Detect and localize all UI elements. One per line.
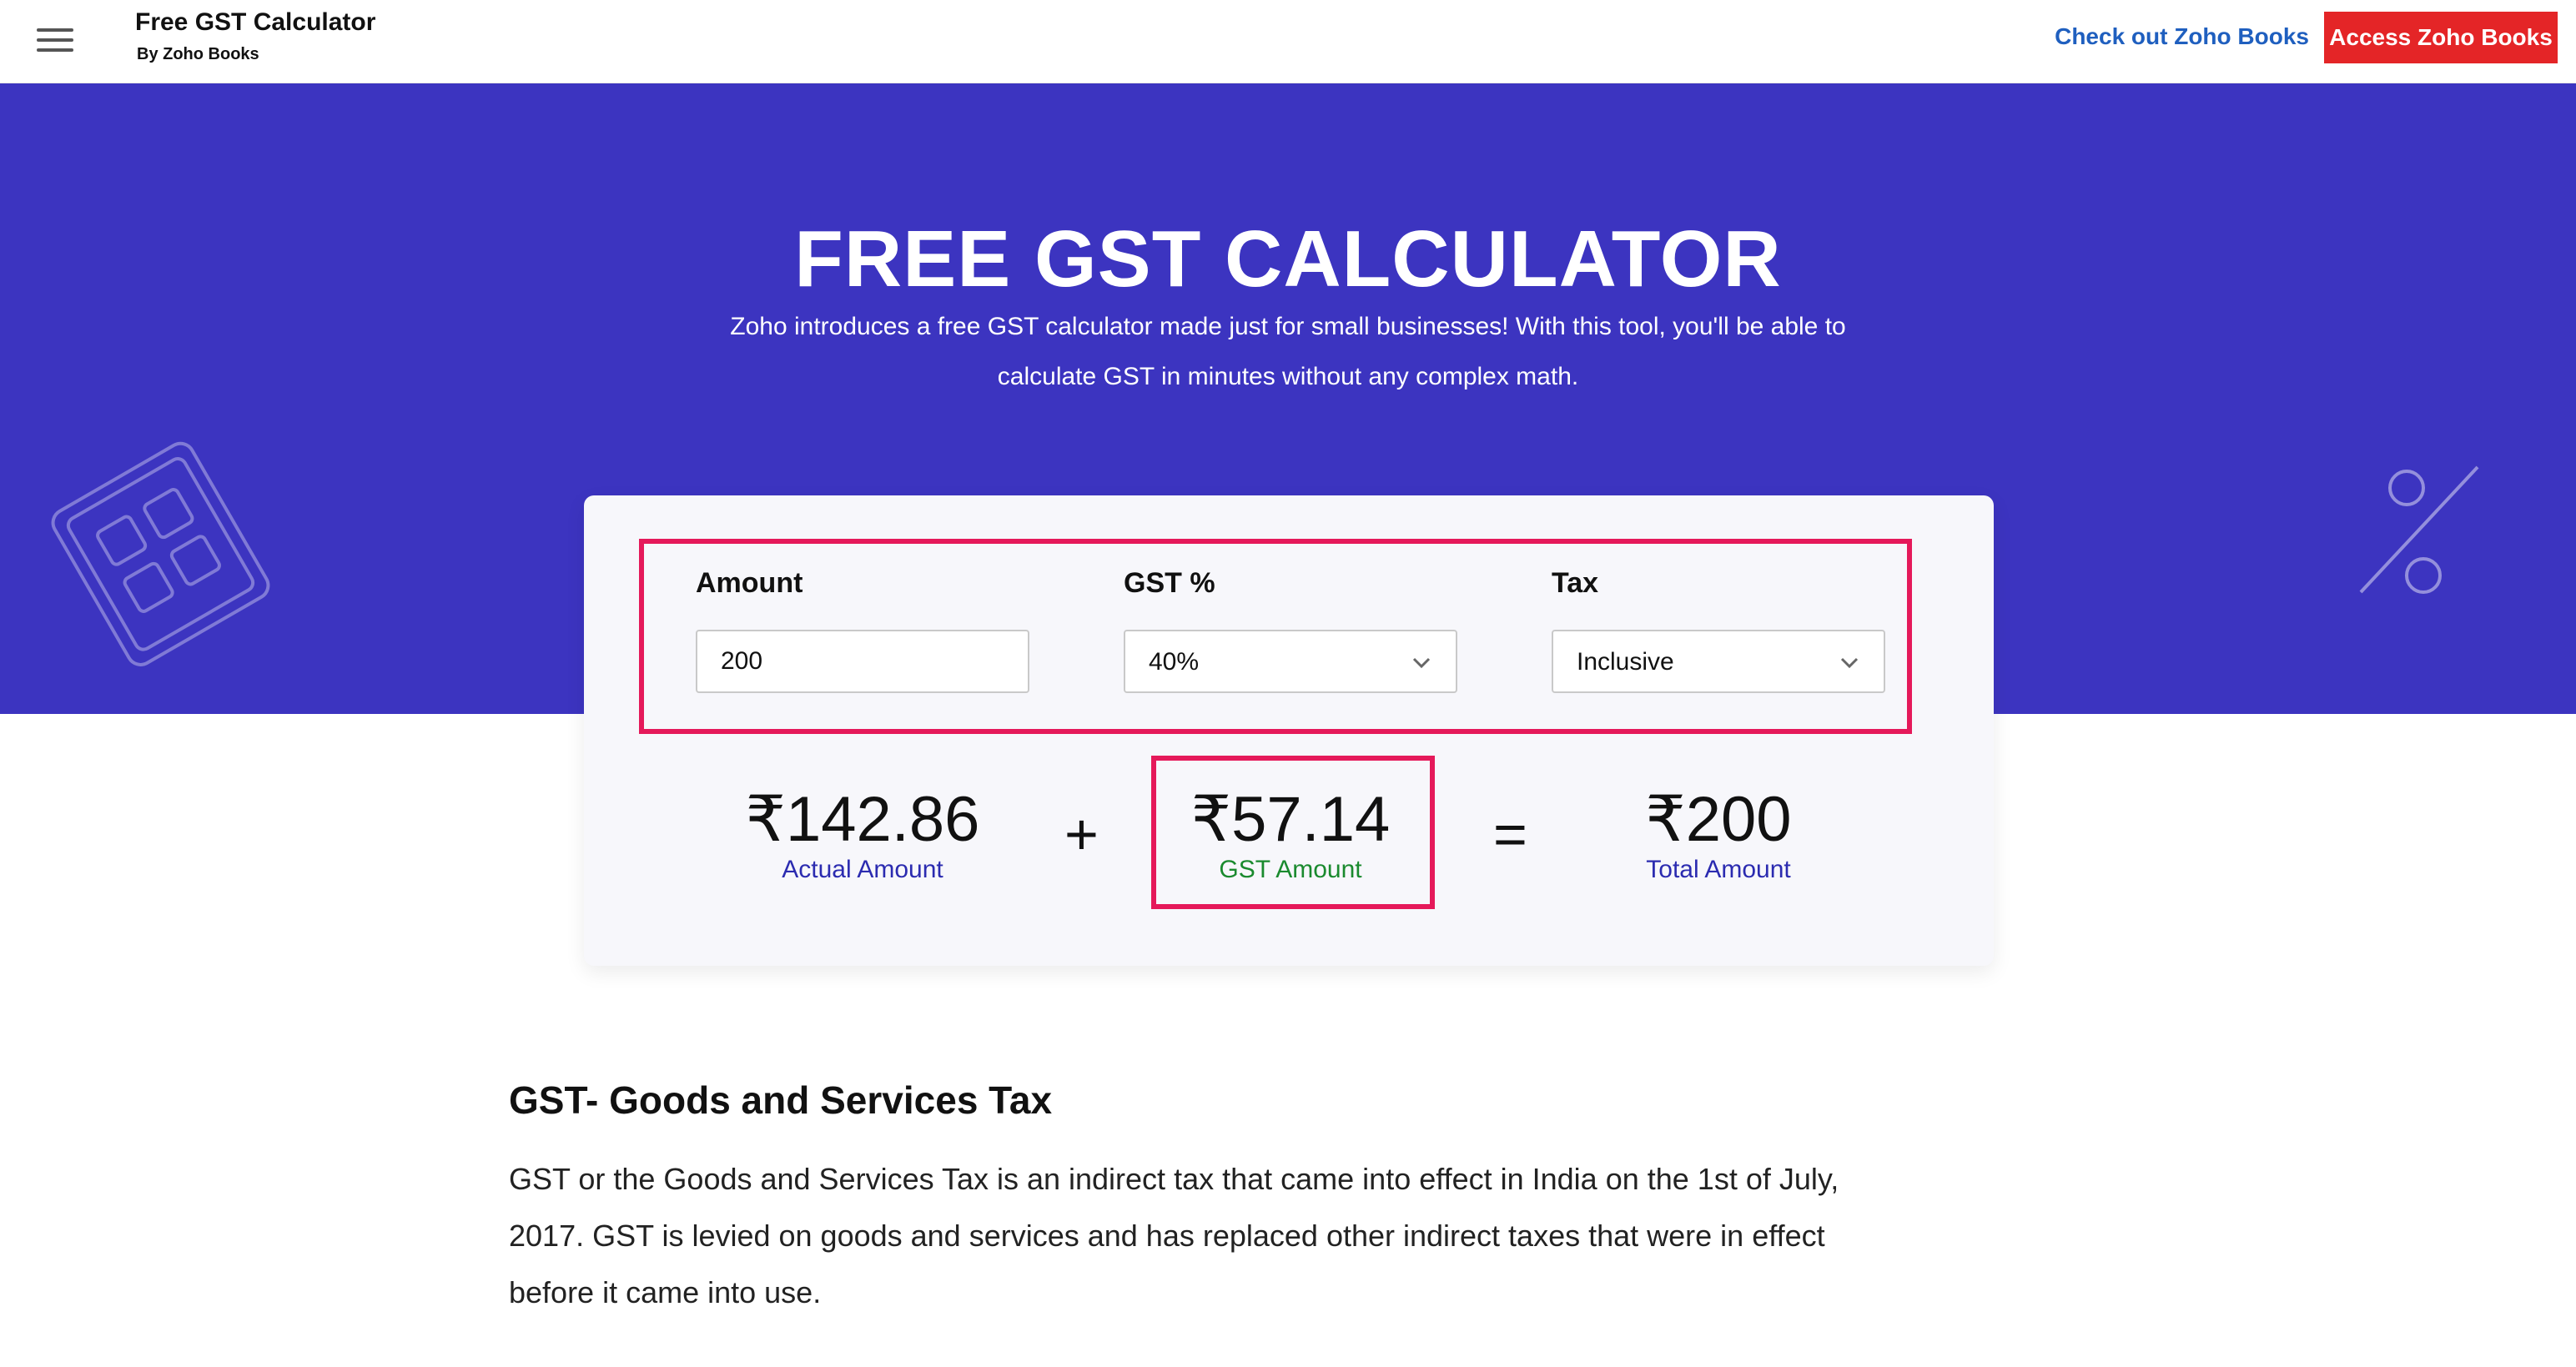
access-zoho-books-button[interactable]: Access Zoho Books (2324, 12, 2558, 63)
gst-section-body: GST or the Goods and Services Tax is an … (509, 1162, 1839, 1309)
check-out-zoho-books-link[interactable]: Check out Zoho Books (2055, 23, 2309, 50)
amount-label: Amount (696, 567, 803, 599)
brand-subtitle: By Zoho Books (137, 45, 259, 63)
hero-description: Zoho introduces a free GST calculator ma… (704, 302, 1872, 402)
total-amount-label: Total Amount (1646, 856, 1791, 883)
actual-amount-result: ₹142.86 Actual Amount (721, 782, 1004, 884)
tax-label: Tax (1552, 567, 1599, 599)
tax-type-value: Inclusive (1577, 648, 1674, 676)
hero-description-line-2: calculate GST in minutes without any com… (997, 363, 1579, 390)
total-amount-value: ₹200 (1645, 784, 1792, 855)
gst-amount-value: ₹57.14 (1190, 784, 1391, 855)
amount-input[interactable] (696, 630, 1029, 693)
total-amount-result: ₹200 Total Amount (1577, 782, 1860, 884)
gst-section-title: GST- Goods and Services Tax (509, 1078, 1053, 1122)
gst-percent-field: GST % 40% (1124, 567, 1457, 693)
gst-percent-label: GST % (1124, 567, 1215, 599)
hero-title: FREE GST CALCULATOR (794, 214, 1782, 304)
amount-field: Amount (696, 567, 1029, 693)
gst-percent-select[interactable]: 40% (1124, 630, 1457, 693)
chevron-down-icon (1412, 657, 1431, 669)
brand-title: Free GST Calculator (135, 8, 376, 36)
gst-calculator-card: Amount GST % 40% Tax Inclusive ₹142.86 (584, 495, 1994, 966)
tax-field: Tax Inclusive (1552, 567, 1885, 693)
hero-description-line-1: Zoho introduces a free GST calculator ma… (730, 313, 1846, 340)
tax-type-select[interactable]: Inclusive (1552, 630, 1885, 693)
plus-sign: + (1064, 802, 1099, 867)
hamburger-menu-icon[interactable] (37, 28, 73, 53)
gst-amount-result: ₹57.14 GST Amount (1149, 782, 1432, 884)
gst-amount-label: GST Amount (1219, 856, 1362, 883)
percent-icon (2359, 465, 2479, 594)
top-bar: Free GST Calculator By Zoho Books Check … (0, 0, 2576, 83)
actual-amount-label: Actual Amount (782, 856, 943, 883)
equals-sign: = (1493, 802, 1527, 867)
actual-amount-value: ₹142.86 (745, 784, 980, 855)
chevron-down-icon (1840, 657, 1859, 669)
calculator-icon (51, 441, 270, 666)
page: Free GST Calculator By Zoho Books Check … (0, 0, 2576, 1367)
gst-percent-value: 40% (1149, 648, 1200, 676)
